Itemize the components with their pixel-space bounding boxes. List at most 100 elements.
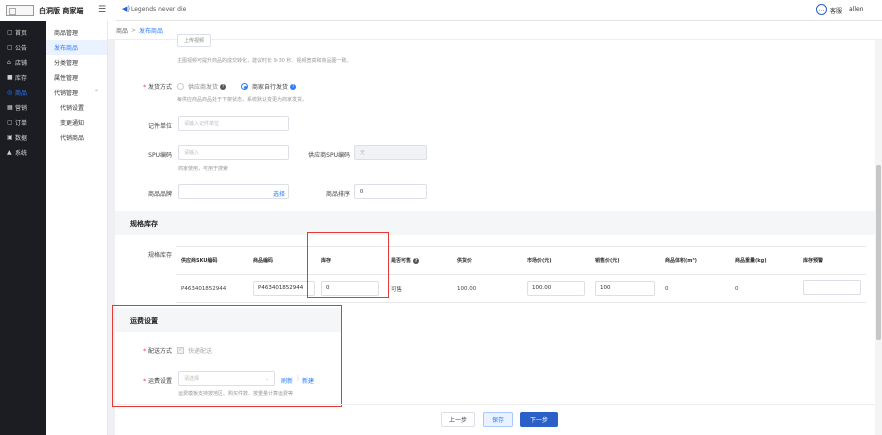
sidebar-item-label: 系统 [15,150,28,157]
radio-merchant-shipping[interactable]: 商家自行发货? [241,82,297,91]
sidebar-item-data[interactable]: ▣ 数据 [0,130,46,145]
sidebar-item-home[interactable]: ▢ 首页 [0,25,46,40]
supplier-spu-input: 无 [354,145,427,160]
sidebar-item-notice[interactable]: ▢ 公告 [0,40,46,55]
col-supply-price: 供货价 [452,246,522,275]
data-icon: ▣ [7,134,13,141]
subnav-item-attributes[interactable]: 属性管理 [46,70,107,85]
sidebar-item-store[interactable]: ⌂ 店铺 [0,55,46,70]
radio-label: 供应商发货 [188,84,219,91]
cell-supply-price: 100.00 [452,274,522,303]
col-supplier-sku: 供应商SKU编码 [176,246,248,275]
supplier-spu-label: 供应商SPU编码 [308,152,350,159]
sidebar-item-label: 营销 [15,105,28,112]
col-market-price: 市场价(元) [522,246,590,275]
notice-icon: ▢ [7,44,13,51]
spec-row-label: 规格库存 [147,252,172,259]
subnav-group-label: 代销管理 [54,90,79,97]
question-icon[interactable]: ? [413,258,420,264]
sidebar-item-label: 库存 [15,75,28,82]
stock-warning-input[interactable] [803,280,861,295]
logo-image [6,5,34,16]
sidebar-item-system[interactable]: ▲ 系统 [0,145,46,160]
customer-service-link[interactable]: 客服 [830,6,842,15]
sidebar-item-marketing[interactable]: ▦ 营销 [0,100,46,115]
home-icon: ▢ [7,29,13,36]
col-weight: 商品重量(kg) [730,246,798,275]
subnav-item-consignment-goods[interactable]: 代销商品 [46,130,107,145]
spec-section-header [115,211,875,235]
subnav-item-consignment[interactable]: 代销管理 ⌃ [46,85,107,100]
top-bar: 白洞版 商家端 ☰ ◀) Legends never die … 客服 alle… [0,0,882,21]
prev-step-button[interactable]: 上一步 [441,412,475,427]
cell-goods-code: P463401852944 [248,274,316,303]
cell-supplier-sku: P463401852944 [176,274,248,303]
col-volume: 商品体积(m³) [660,246,730,275]
cell-weight: 0 [730,274,798,303]
col-stock-warning: 库存预警 [798,246,866,275]
user-name[interactable]: allen [849,6,864,13]
table-row: P463401852944 P463401852944 0 可售 100.00 … [176,274,866,303]
sidebar-item-label: 店铺 [15,60,28,67]
subnav-item-consignment-settings[interactable]: 代销设置 [46,100,107,115]
radio-supplier-shipping[interactable]: 供应商发货? [177,82,227,91]
sidebar-item-label: 数据 [15,135,28,142]
upload-video-hint: 主图视频可提升商品的成交转化，建议时长 9-30 秒、视频宽高和商品图一致。 [177,58,352,64]
sidebar-item-order[interactable]: ▢ 订单 [0,115,46,130]
unit-input[interactable]: 请输入记件单位 [178,116,289,131]
subnav-item-goods-manage[interactable]: 商品管理 [46,25,107,40]
brand-name: 白洞版 商家端 [39,6,84,15]
menu-toggle-icon[interactable]: ☰ [98,5,106,15]
customer-service-icon[interactable]: … [816,4,827,15]
goods-code-input[interactable]: P463401852944 [253,281,315,296]
sub-navigation: 商品管理 发布商品 分类管理 属性管理 代销管理 ⌃ 代销设置 变更通知 代销商品 [46,21,108,435]
subnav-item-category[interactable]: 分类管理 [46,55,107,70]
next-step-button[interactable]: 下一步 [520,412,558,427]
sidebar-item-goods[interactable]: ◎ 商品 [0,85,46,100]
sidebar-item-label: 公告 [15,45,28,52]
save-button[interactable]: 保存 [483,412,513,427]
shipping-hint: 每供应商品商品处于下架状态，系统默认变更为商家发货。 [177,97,308,103]
inventory-icon: ■ [7,74,13,81]
sidebar-item-inventory[interactable]: ■ 库存 [0,70,46,85]
cell-volume: 0 [660,274,730,303]
table-header-row: 供应商SKU编码 商品编码 库存 是否可售? 供货价 市场价(元) 销售价(元)… [176,246,866,275]
radio-dot [177,83,184,90]
slogan-text: Legends never die [131,6,187,13]
spec-section-title: 规格库存 [130,220,158,228]
spu-hint: 商家使用，可用于搜索 [178,166,229,172]
subnav-item-publish-goods[interactable]: 发布商品 [46,40,107,55]
sale-price-input[interactable]: 100 [595,281,655,296]
subnav-item-change-notice[interactable]: 变更通知 [46,115,107,130]
brand-select-link[interactable]: 选择 [273,189,285,198]
main-sidebar: ▢ 首页 ▢ 公告 ⌂ 店铺 ■ 库存 ◎ 商品 ▦ 营销 ▢ 订单 ▣ 数据 ▲ 系统 [0,21,46,435]
radio-dot [241,83,248,90]
question-icon[interactable]: ? [290,83,297,90]
spu-input[interactable]: 请输入 [178,145,289,160]
col-sale-price: 销售价(元) [590,246,660,275]
question-icon[interactable]: ? [220,83,227,90]
page-scrollbar[interactable] [875,40,882,435]
sidebar-item-label: 首页 [15,30,28,37]
brand-label: 商品品牌 [147,191,172,198]
scrollbar-thumb[interactable] [876,165,881,340]
cell-stock-warning [798,274,866,303]
upload-video-button[interactable]: 上传视频 [177,34,211,47]
chevron-up-icon: ⌃ [93,89,99,96]
cell-market-price: 100.00 [522,274,590,303]
goods-icon: ◎ [7,89,13,96]
radio-label: 商家自行发货 [252,84,289,91]
order-icon: ▢ [7,119,13,126]
breadcrumb: 商品 > 发布商品 [108,21,882,40]
store-icon: ⌂ [7,59,11,66]
sidebar-item-label: 订单 [15,120,28,127]
col-goods-code: 商品编码 [248,246,316,275]
market-price-input[interactable]: 100.00 [527,281,585,296]
highlight-stock-column [307,232,389,298]
sort-input[interactable]: 0 [354,184,427,199]
sidebar-item-label: 商品 [15,90,28,97]
sort-label: 商品排序 [325,191,350,198]
breadcrumb-root[interactable]: 商品 [116,26,128,35]
col-sellable: 是否可售? [386,246,452,275]
marketing-icon: ▦ [7,104,13,111]
